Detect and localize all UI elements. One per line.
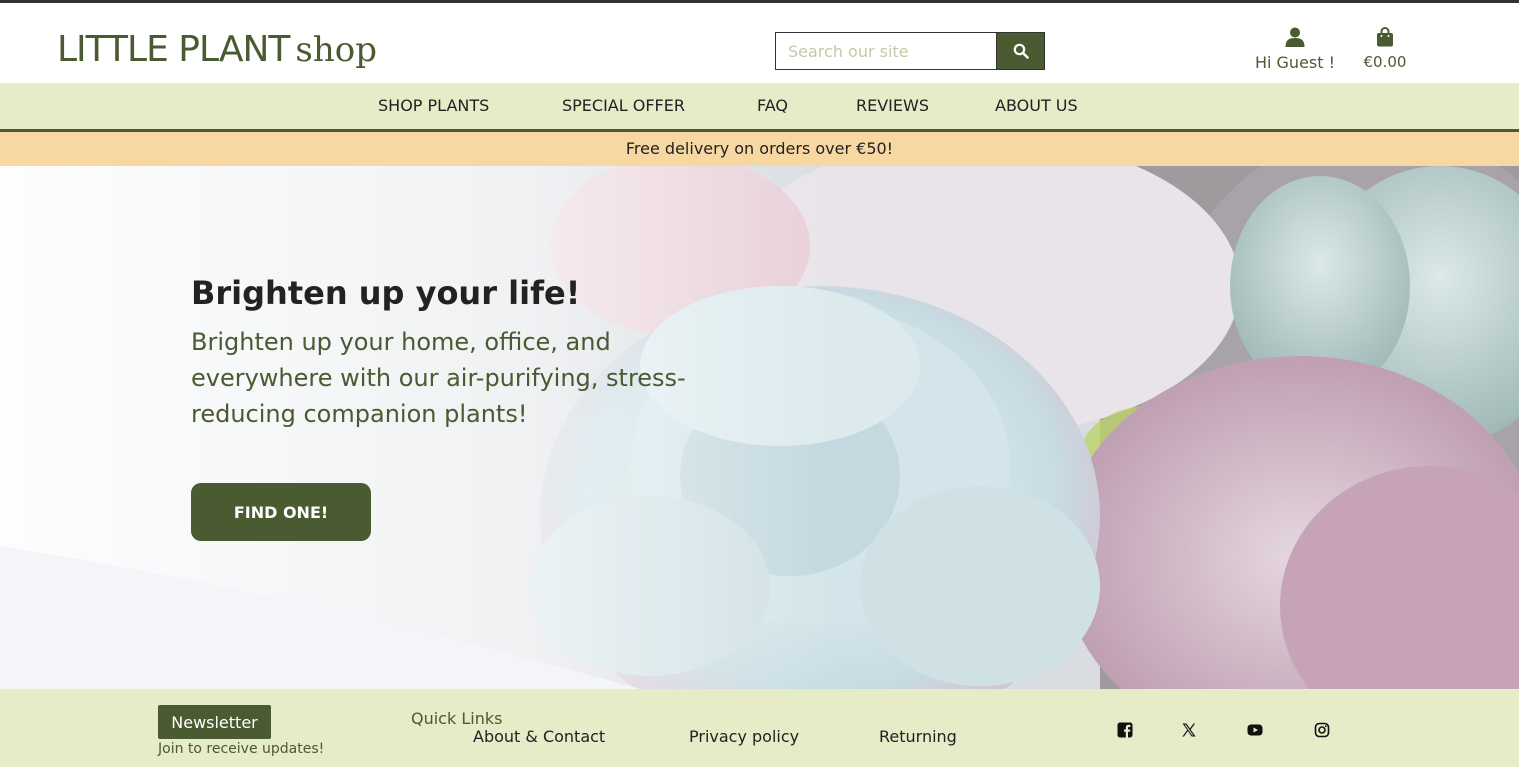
logo-main-text: LITTLE PLANT (57, 29, 290, 70)
shopping-bag-icon (1377, 27, 1393, 47)
site-header: LITTLE PLANTshop Hi Guest ! €0.00 (0, 3, 1519, 83)
account-label: Hi Guest ! (1254, 53, 1336, 72)
hero-subtitle: Brighten up your home, office, and every… (191, 328, 686, 428)
nav-item-shop-plants[interactable]: SHOP PLANTS (378, 96, 489, 115)
nav-item-reviews[interactable]: REVIEWS (856, 96, 929, 115)
nav-item-special-offer[interactable]: SPECIAL OFFER (562, 96, 685, 115)
shopping-bag-link[interactable]: €0.00 (1358, 27, 1412, 71)
nav-item-about-us[interactable]: ABOUT US (995, 96, 1078, 115)
hero-title: Brighten up your life! (191, 274, 581, 312)
find-one-button[interactable]: FIND ONE! (191, 483, 371, 541)
instagram-icon[interactable] (1314, 722, 1330, 738)
nav-item-faq[interactable]: FAQ (757, 96, 788, 115)
newsletter-note: Join to receive updates! (158, 741, 325, 757)
x-icon[interactable] (1181, 722, 1197, 738)
hero-section: Brighten up your life! Brighten up your … (0, 166, 1519, 689)
newsletter-button[interactable]: Newsletter (158, 705, 271, 739)
bag-total: €0.00 (1363, 53, 1407, 71)
quick-links-title: Quick Links (411, 709, 503, 728)
search-icon (1013, 43, 1029, 59)
promo-banner: Free delivery on orders over €50! (0, 132, 1519, 166)
search-button[interactable] (996, 32, 1045, 70)
facebook-icon[interactable] (1117, 722, 1133, 738)
promo-text: Free delivery on orders over €50! (625, 139, 894, 158)
search-form (775, 32, 1045, 70)
main-navigation: SHOP PLANTS SPECIAL OFFER FAQ REVIEWS AB… (0, 83, 1519, 132)
account-link[interactable]: Hi Guest ! (1250, 27, 1340, 72)
site-footer: Newsletter Join to receive updates! Quic… (0, 689, 1519, 767)
search-input[interactable] (775, 32, 996, 70)
logo[interactable]: LITTLE PLANT shop (57, 29, 377, 70)
user-icon (1285, 27, 1305, 47)
footer-link-about-contact[interactable]: About & Contact (473, 727, 605, 746)
footer-link-returning[interactable]: Returning (879, 727, 957, 746)
logo-sub-text: shop (295, 30, 377, 70)
youtube-icon[interactable] (1247, 722, 1263, 738)
footer-link-privacy-policy[interactable]: Privacy policy (689, 727, 799, 746)
